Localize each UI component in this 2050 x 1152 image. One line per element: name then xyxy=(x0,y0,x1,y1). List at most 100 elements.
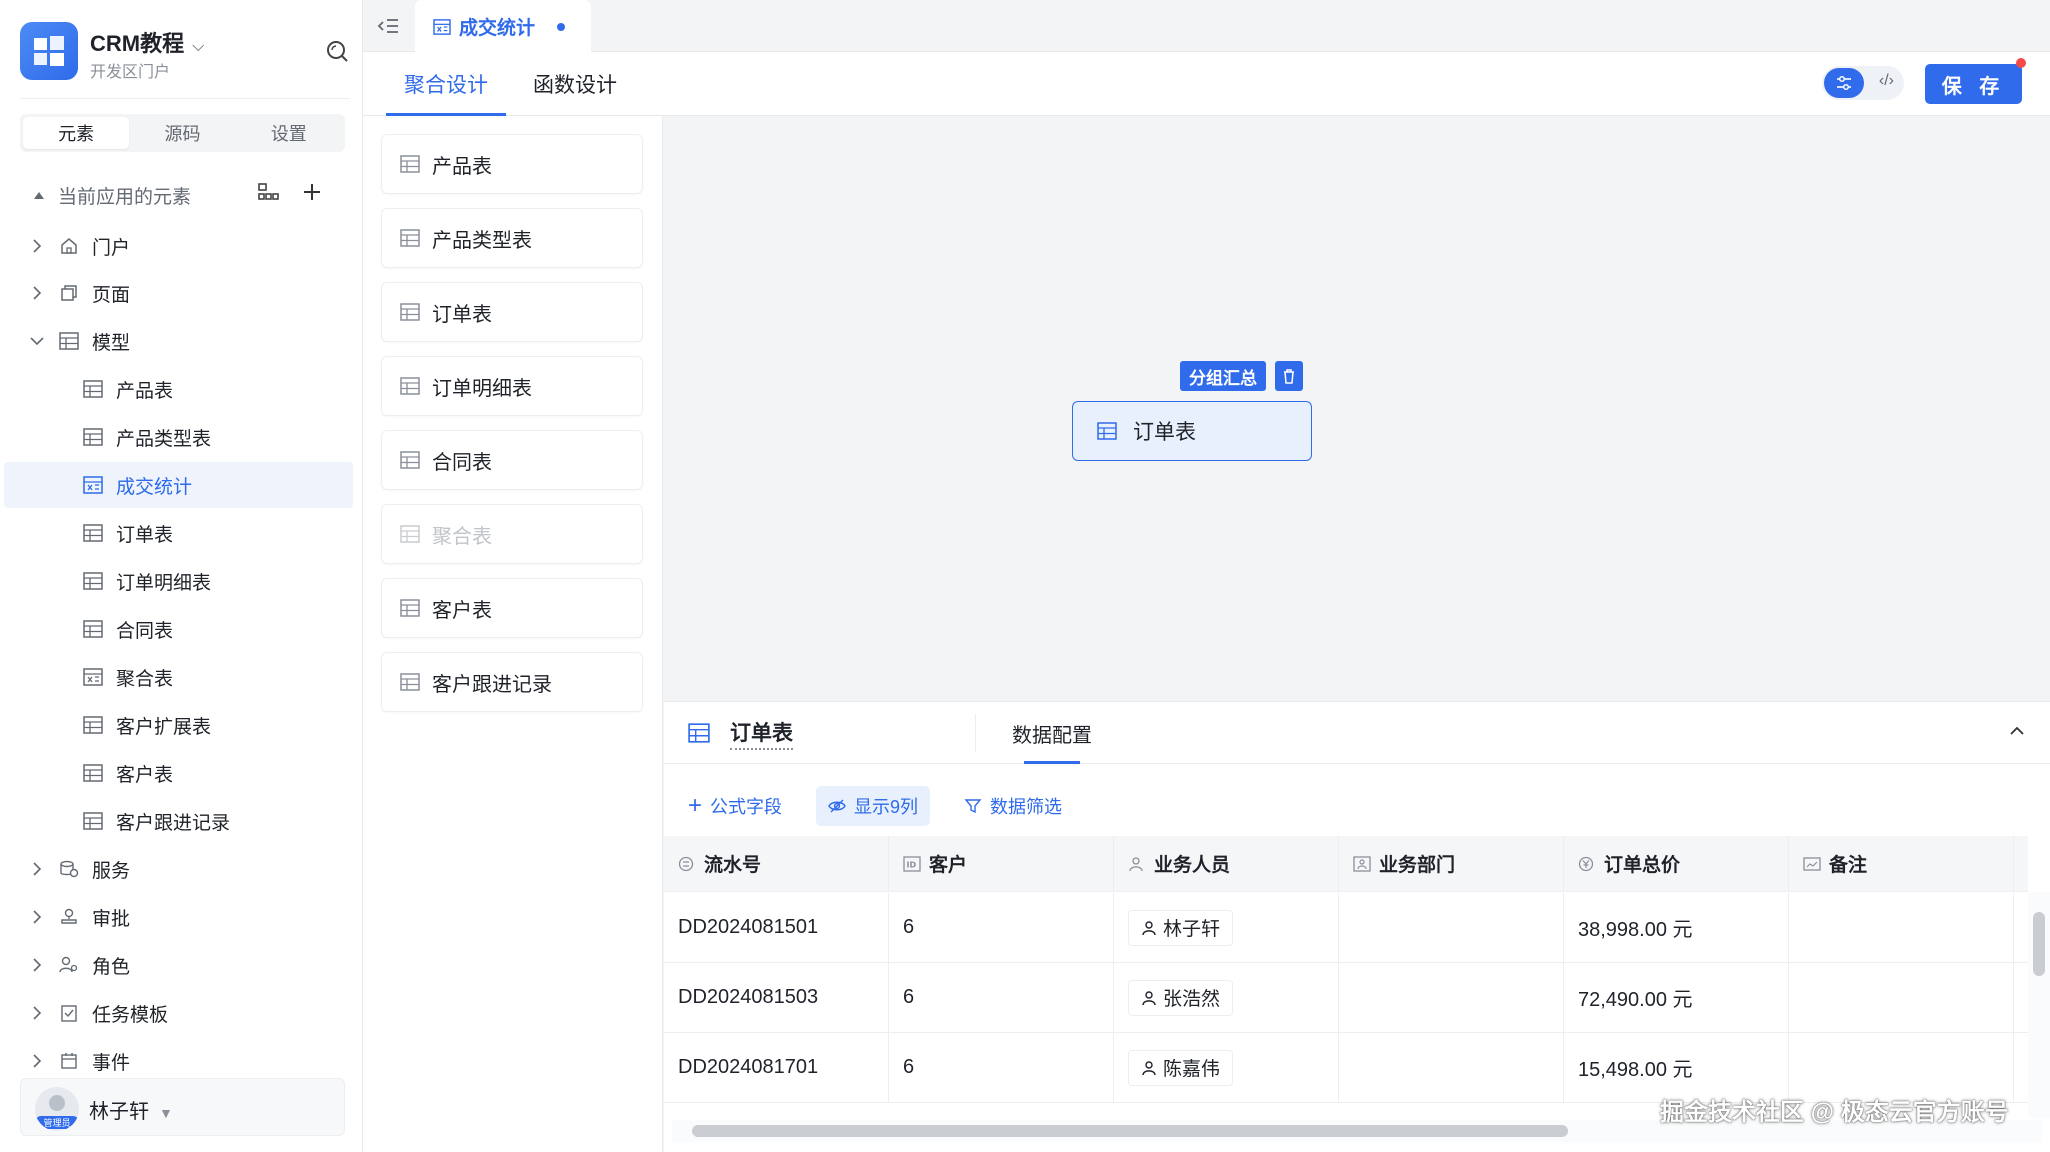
chevron-up-icon[interactable] xyxy=(2008,720,2030,742)
segment-source[interactable]: 源码 xyxy=(129,117,235,149)
design-canvas[interactable]: 分组汇总 订单表 xyxy=(664,116,2050,701)
sidebar-item-customer-followup[interactable]: 客户跟进记录 xyxy=(0,798,353,844)
sidebar-item-deal-stats[interactable]: 成交统计 xyxy=(4,462,353,508)
table-row[interactable]: DD2024081501 6 林子轩 38,998.00 元 xyxy=(664,893,2028,963)
sidebar-item-services[interactable]: 服务 xyxy=(0,846,353,892)
save-button[interactable]: 保 存 xyxy=(1925,64,2022,104)
cell-note xyxy=(1789,893,2014,962)
sidebar-item-portal[interactable]: 门户 xyxy=(0,223,353,269)
cell-order-total: 72,490.00 元 xyxy=(1564,963,1789,1032)
aggregate-table-icon xyxy=(433,18,451,35)
show-columns-button[interactable]: 显示9列 xyxy=(816,786,931,826)
vertical-scrollbar[interactable] xyxy=(2028,892,2050,1118)
table-icon xyxy=(688,721,712,745)
column-header-department[interactable]: 业务部门 xyxy=(1339,836,1564,891)
formula-field-button[interactable]: + 公式字段 xyxy=(688,786,782,826)
settings-sliders-icon[interactable] xyxy=(1824,68,1864,98)
caret-up-icon xyxy=(30,186,48,204)
sidebar-item-pages[interactable]: 页面 xyxy=(0,270,353,316)
table-icon xyxy=(400,153,422,175)
model-card-order-table[interactable]: 订单表 xyxy=(381,282,643,342)
sidebar-item-roles[interactable]: 角色 xyxy=(0,942,353,988)
code-icon[interactable]: ‹/› xyxy=(1879,72,1894,90)
sidebar-item-aggregate-table[interactable]: 聚合表 xyxy=(0,654,353,700)
panel-title: 订单表 xyxy=(688,702,793,764)
column-header-note[interactable]: 备注 xyxy=(1789,836,2014,891)
tab-function-design[interactable]: 函数设计 xyxy=(533,52,617,116)
node-label: 订单表 xyxy=(1133,421,1196,444)
table-icon xyxy=(400,301,422,323)
model-card-product-table[interactable]: 产品表 xyxy=(381,134,643,194)
tab-data-config[interactable]: 数据配置 xyxy=(1012,702,1092,764)
scroll-thumb[interactable] xyxy=(692,1125,1568,1137)
sidebar-item-order-table[interactable]: 订单表 xyxy=(0,510,353,556)
table-icon xyxy=(82,522,104,544)
sidebar-item-approval[interactable]: 审批 xyxy=(0,894,353,940)
scroll-thumb[interactable] xyxy=(2033,912,2045,976)
app-header[interactable]: CRM教程 ⌵ 开发区门户 xyxy=(20,20,350,82)
pages-icon xyxy=(58,282,80,304)
sidebar-item-order-detail-table[interactable]: 订单明细表 xyxy=(0,558,353,604)
model-card-contract-table[interactable]: 合同表 xyxy=(381,430,643,490)
model-card-label: 聚合表 xyxy=(432,525,492,548)
sidebar-item-label: 产品类型表 xyxy=(116,428,212,450)
sidebar-item-customer-table[interactable]: 客户表 xyxy=(0,750,353,796)
chevron-down-icon: ⌵ xyxy=(192,38,205,55)
note-icon xyxy=(1803,855,1821,873)
node-group-summary-tag[interactable]: 分组汇总 xyxy=(1180,361,1266,391)
person-chip[interactable]: 陈嘉伟 xyxy=(1128,1049,1234,1086)
column-header-serial[interactable]: 流水号 xyxy=(664,836,889,891)
table-icon xyxy=(400,375,422,397)
person-chip[interactable]: 张浩然 xyxy=(1128,979,1234,1016)
model-card-product-type-table[interactable]: 产品类型表 xyxy=(381,208,643,268)
sidebar-item-contract-table[interactable]: 合同表 xyxy=(0,606,353,652)
sidebar-item-task-templates[interactable]: 任务模板 xyxy=(0,990,353,1036)
model-card-customer-followup[interactable]: 客户跟进记录 xyxy=(381,652,643,712)
canvas-node-order-table[interactable]: 订单表 xyxy=(1072,401,1312,461)
data-filter-button[interactable]: 数据筛选 xyxy=(964,786,1062,826)
table-icon xyxy=(400,671,422,693)
column-header-more[interactable] xyxy=(2014,836,2028,891)
tab-label: 成交统计 xyxy=(459,18,536,39)
chevron-right-icon xyxy=(28,237,46,255)
cell-salesperson: 张浩然 xyxy=(1114,963,1339,1032)
segment-settings[interactable]: 设置 xyxy=(236,117,342,149)
structure-icon[interactable] xyxy=(257,181,279,209)
model-card-label: 订单表 xyxy=(432,303,492,326)
filter-icon xyxy=(964,797,982,815)
serial-icon xyxy=(678,855,696,873)
cell-serial: DD2024081503 xyxy=(664,963,889,1032)
search-icon[interactable] xyxy=(324,38,350,64)
app-title[interactable]: CRM教程 ⌵ xyxy=(90,26,204,58)
person-icon xyxy=(1141,990,1157,1006)
cell-customer: 6 xyxy=(889,1033,1114,1102)
chevron-right-icon xyxy=(28,956,46,974)
tab-bar: 成交统计 xyxy=(363,0,2050,53)
chevron-right-icon xyxy=(28,908,46,926)
tab-aggregate-design[interactable]: 聚合设计 xyxy=(386,52,506,116)
chevron-right-icon xyxy=(28,860,46,878)
model-card-order-detail-table[interactable]: 订单明细表 xyxy=(381,356,643,416)
section-current-app-elements[interactable]: 当前应用的元素 xyxy=(0,172,353,218)
person-chip[interactable]: 林子轩 xyxy=(1128,909,1234,946)
add-icon[interactable] xyxy=(301,181,323,209)
segment-elements[interactable]: 元素 xyxy=(23,117,130,149)
sidebar-item-product-type-table[interactable]: 产品类型表 xyxy=(0,414,353,460)
column-header-salesperson[interactable]: 业务人员 xyxy=(1114,836,1339,891)
model-card-customer-table[interactable]: 客户表 xyxy=(381,578,643,638)
trash-icon[interactable] xyxy=(1275,361,1303,391)
sidebar-item-models[interactable]: 模型 xyxy=(0,318,353,364)
user-card[interactable]: 管理员 林子轩 ▼ xyxy=(20,1078,345,1136)
column-header-order-total[interactable]: 订单总价 xyxy=(1564,836,1789,891)
collapse-sidebar-icon[interactable] xyxy=(377,14,401,38)
tab-deal-stats[interactable]: 成交统计 xyxy=(415,0,591,53)
table-row[interactable]: DD2024081503 6 张浩然 72,490.00 元 xyxy=(664,963,2028,1033)
sidebar-item-product-table[interactable]: 产品表 xyxy=(0,366,353,412)
sidebar-item-label: 事件 xyxy=(92,1052,131,1074)
sidebar-item-customer-ext-table[interactable]: 客户扩展表 xyxy=(0,702,353,748)
sidebar-segmented-control: 元素 源码 设置 xyxy=(20,114,345,152)
table-icon xyxy=(1097,420,1119,442)
sidebar-item-label: 服务 xyxy=(92,860,131,882)
column-header-customer[interactable]: ID 客户 xyxy=(889,836,1114,891)
view-toggle[interactable]: ‹/› xyxy=(1822,66,1904,100)
